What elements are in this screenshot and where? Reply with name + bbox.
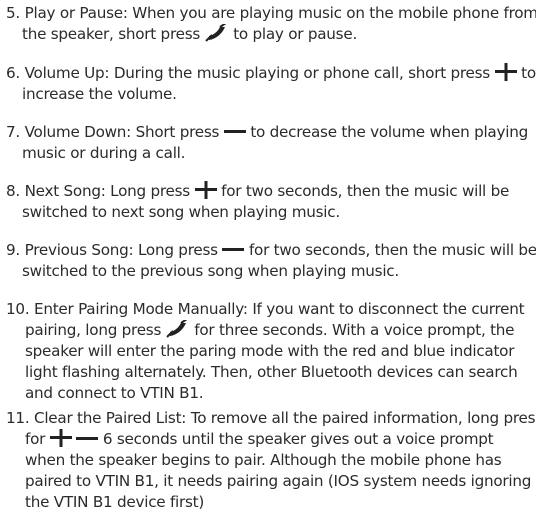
minus-icon — [76, 437, 99, 440]
item-text: 6. Volume Up: During the music playing o… — [6, 64, 490, 82]
phone-handset-icon — [166, 320, 188, 338]
instruction-clear-paired-list: 11. Clear the Paired List: To remove all… — [6, 408, 536, 513]
instruction-volume-down: 7. Volume Down: Short press to decrease … — [6, 122, 532, 164]
item-text: to play or pause. — [233, 25, 358, 43]
item-text: pairing, long press — [25, 321, 162, 339]
item-text: 6 seconds until the speaker gives out a … — [102, 430, 494, 448]
minus-icon — [223, 130, 246, 133]
item-text: to — [521, 64, 536, 82]
item-text: to decrease the volume when playing — [250, 123, 528, 141]
item-text: switched to the previous song when playi… — [22, 262, 399, 280]
plus-icon — [194, 181, 217, 199]
item-text: 9. Previous Song: Long press — [6, 241, 218, 259]
item-text: paired to VTIN B1, it needs pairing agai… — [25, 472, 532, 490]
item-text: for two seconds, then the music will be — [221, 182, 510, 200]
item-text: 11. Clear the Paired List: To remove all… — [6, 409, 536, 427]
item-text: switched to next song when playing music… — [22, 203, 340, 221]
item-text: light flashing alternately. Then, other … — [25, 363, 518, 381]
item-text: the speaker, short press — [22, 25, 201, 43]
item-text: for two seconds, then the music will be — [248, 241, 536, 259]
item-text: and connect to VTIN B1. — [25, 384, 204, 402]
instruction-volume-up: 6. Volume Up: During the music playing o… — [6, 63, 536, 105]
item-text: for three seconds. With a voice prompt, … — [194, 321, 515, 339]
item-text: increase the volume. — [22, 85, 177, 103]
item-text: 8. Next Song: Long press — [6, 182, 190, 200]
manual-page: 5. Play or Pause: When you are playing m… — [0, 0, 536, 519]
phone-handset-icon — [204, 24, 226, 42]
item-text: music or during a call. — [22, 144, 186, 162]
item-text: 10. Enter Pairing Mode Manually: If you … — [6, 300, 525, 318]
instruction-pairing-mode: 10. Enter Pairing Mode Manually: If you … — [6, 299, 532, 404]
item-text: speaker will enter the paring mode with … — [25, 342, 515, 360]
item-text: 5. Play or Pause: When you are playing m… — [6, 4, 536, 22]
instruction-play-pause: 5. Play or Pause: When you are playing m… — [6, 3, 536, 45]
instruction-next-song: 8. Next Song: Long press for two seconds… — [6, 181, 532, 223]
item-text: when the speaker begins to pair. Althoug… — [25, 451, 502, 469]
plus-icon — [494, 63, 517, 81]
item-text: 7. Volume Down: Short press — [6, 123, 220, 141]
item-text: for — [25, 430, 46, 448]
plus-icon — [49, 429, 72, 447]
instruction-previous-song: 9. Previous Song: Long press for two sec… — [6, 240, 536, 282]
item-text: the VTIN B1 device first) — [25, 493, 205, 511]
minus-icon — [222, 248, 245, 251]
